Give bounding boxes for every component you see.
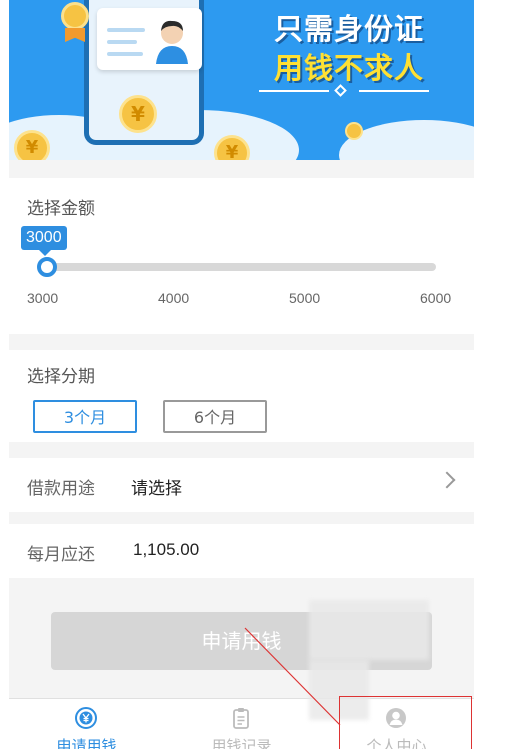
annotation-highlight-box: [339, 696, 472, 749]
annotation-arrow: [244, 627, 341, 726]
